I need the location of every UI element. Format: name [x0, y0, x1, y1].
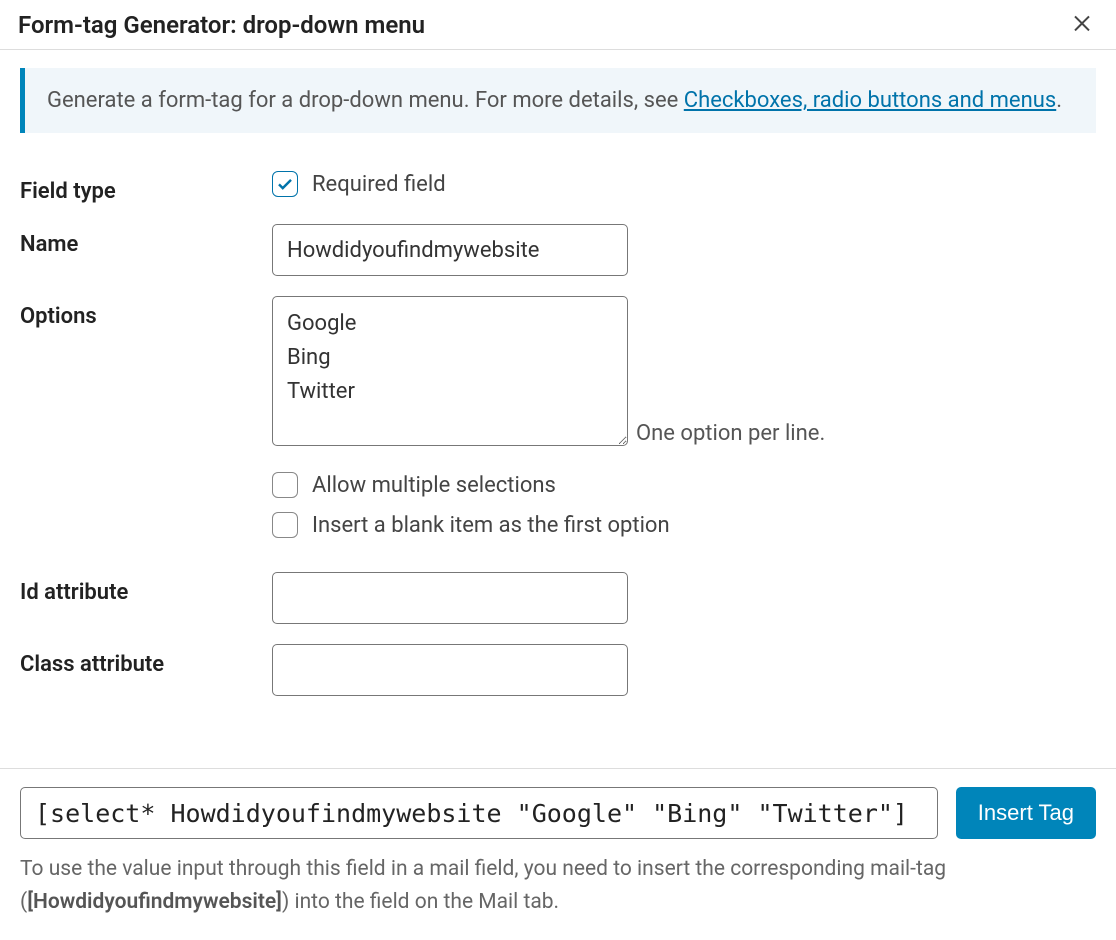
notice-text-after: .: [1056, 88, 1062, 113]
options-label: Options: [20, 286, 272, 562]
class-attr-input[interactable]: [272, 644, 628, 696]
generated-tag-input[interactable]: [20, 787, 938, 839]
check-icon: [276, 175, 294, 193]
class-attr-label: Class attribute: [20, 634, 272, 706]
name-input[interactable]: [272, 224, 628, 276]
insert-blank-checkbox[interactable]: [272, 512, 298, 538]
allow-multiple-checkbox[interactable]: [272, 472, 298, 498]
options-textarea[interactable]: [272, 296, 628, 446]
info-notice: Generate a form-tag for a drop-down menu…: [20, 68, 1096, 133]
notice-text-before: Generate a form-tag for a drop-down menu…: [47, 88, 684, 113]
required-checkbox-label: Required field: [312, 172, 446, 197]
field-type-label: Field type: [20, 161, 272, 214]
insert-tag-button[interactable]: Insert Tag: [956, 787, 1096, 839]
required-checkbox[interactable]: [272, 171, 298, 197]
mail-tag-help: To use the value input through this fiel…: [20, 853, 1096, 918]
form-table: Field type Required field Name O: [20, 161, 1096, 706]
close-button[interactable]: [1066, 10, 1098, 39]
id-attr-input[interactable]: [272, 572, 628, 624]
dialog-titlebar: Form-tag Generator: drop-down menu: [0, 0, 1116, 50]
allow-multiple-label: Allow multiple selections: [312, 473, 556, 498]
close-icon: [1070, 9, 1094, 40]
form-tag-generator-dialog: Form-tag Generator: drop-down menu Gener…: [0, 0, 1116, 934]
name-label: Name: [20, 214, 272, 286]
id-attr-label: Id attribute: [20, 562, 272, 634]
dialog-footer: Insert Tag To use the value input throug…: [0, 768, 1116, 934]
help-text-after: ) into the field on the Mail tab.: [282, 890, 559, 914]
dialog-title: Form-tag Generator: drop-down menu: [18, 11, 425, 39]
insert-blank-label: Insert a blank item as the first option: [312, 513, 670, 538]
help-mail-tag: [Howdidyoufindmywebsite]: [27, 890, 282, 914]
notice-link[interactable]: Checkboxes, radio buttons and menus: [684, 88, 1056, 113]
options-hint: One option per line.: [636, 421, 825, 446]
